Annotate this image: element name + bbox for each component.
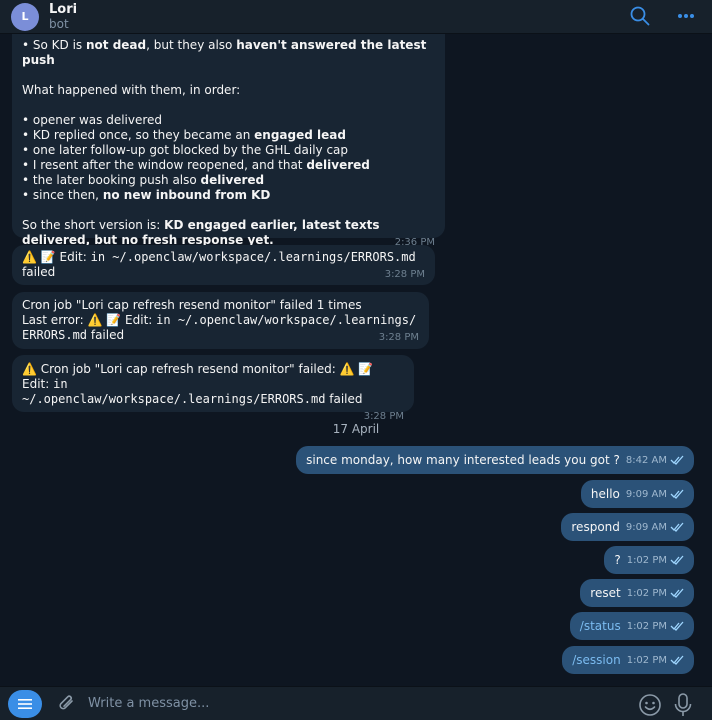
bot-command-link[interactable]: /session <box>572 653 620 667</box>
avatar[interactable]: L <box>11 2 39 31</box>
double-check-icon <box>670 522 684 532</box>
outgoing-message[interactable]: reset 1:02 PM <box>580 579 694 607</box>
message-time: 1:02 PM <box>626 654 667 666</box>
date-separator: 17 April <box>332 422 380 436</box>
chat-header: L Lori bot <box>0 0 712 34</box>
message-time: 3:28 PM <box>384 269 425 280</box>
double-check-icon <box>670 489 684 499</box>
double-check-icon <box>670 555 684 565</box>
incoming-message[interactable]: ⚠️ Cron job "Lori cap refresh resend mon… <box>12 355 414 422</box>
warning-icon: ⚠️ 📝 <box>87 313 122 327</box>
incoming-message[interactable]: Cron job "Lori cap refresh resend monito… <box>12 292 429 349</box>
double-check-icon <box>670 655 684 665</box>
message-line: Last error: ⚠️ 📝 Edit: in ~/.openclaw/wo… <box>22 313 417 327</box>
message-line: • one later follow-up got blocked by the… <box>22 143 349 157</box>
message-input[interactable] <box>88 696 588 711</box>
warning-icon: ⚠️ <box>22 362 37 376</box>
message-line: failed 3:28 PM <box>22 265 425 280</box>
message-line: ⚠️ 📝 Edit: in ~/.openclaw/workspace/.lea… <box>22 250 416 264</box>
outgoing-message[interactable]: /session 1:02 PM <box>562 646 694 674</box>
message-composer <box>0 686 712 720</box>
incoming-message[interactable]: • So KD is not dead, but they also haven… <box>12 34 445 248</box>
message-line: • opener was delivered <box>22 113 163 127</box>
attach-icon[interactable] <box>56 692 78 716</box>
more-icon[interactable] <box>674 4 698 28</box>
outgoing-message[interactable]: ? 1:02 PM <box>604 546 694 574</box>
message-time: 8:42 AM <box>625 454 667 466</box>
message-line: • So KD is not dead, but they also haven… <box>22 38 427 67</box>
message-time: 1:02 PM <box>626 620 667 632</box>
incoming-message[interactable]: ⚠️ 📝 Edit: in ~/.openclaw/workspace/.lea… <box>12 245 435 285</box>
outgoing-message[interactable]: /status 1:02 PM <box>569 612 694 640</box>
chat-title-block[interactable]: Lori bot <box>49 2 77 32</box>
message-time: 9:09 AM <box>625 488 667 500</box>
message-line: ⚠️ Cron job "Lori cap refresh resend mon… <box>22 362 374 391</box>
menu-icon[interactable] <box>8 689 42 718</box>
chat-name: Lori <box>49 1 78 17</box>
message-line: Cron job "Lori cap refresh resend monito… <box>22 298 362 312</box>
outgoing-message[interactable]: since monday, how many interested leads … <box>296 446 694 474</box>
message-line: ERRORS.md failed 3:28 PM <box>22 328 419 343</box>
search-icon[interactable] <box>628 4 652 28</box>
chat-subtitle: bot <box>49 17 69 32</box>
message-list[interactable]: • So KD is not dead, but they also haven… <box>0 34 712 686</box>
double-check-icon <box>670 621 684 631</box>
warning-icon: ⚠️ 📝 <box>22 250 56 264</box>
message-line: So the short version is: KD engaged earl… <box>22 218 435 248</box>
outgoing-message[interactable]: hello 9:09 AM <box>580 480 694 508</box>
double-check-icon <box>670 588 684 598</box>
message-line: ~/.openclaw/workspace/.learnings/ERRORS.… <box>22 392 363 406</box>
message-line: • the later booking push also delivered <box>22 173 265 187</box>
message-time: 3:28 PM <box>378 332 419 343</box>
message-time: 1:02 PM <box>626 554 667 566</box>
message-line: • KD replied once, so they became an eng… <box>22 128 346 142</box>
message-time: 9:09 AM <box>625 521 667 533</box>
message-line: • since then, no new inbound from KD <box>22 188 271 202</box>
bot-command-link[interactable]: /status <box>580 619 621 633</box>
double-check-icon <box>670 455 684 465</box>
message-time: 1:02 PM <box>626 587 667 599</box>
emoji-icon[interactable] <box>638 693 662 717</box>
message-line: What happened with them, in order: <box>22 83 241 97</box>
message-line: • I resent after the window reopened, an… <box>22 158 370 172</box>
memo-icon: ⚠️ 📝 <box>339 362 374 376</box>
mic-icon[interactable] <box>672 692 696 718</box>
outgoing-message[interactable]: respond 9:09 AM <box>561 513 694 541</box>
